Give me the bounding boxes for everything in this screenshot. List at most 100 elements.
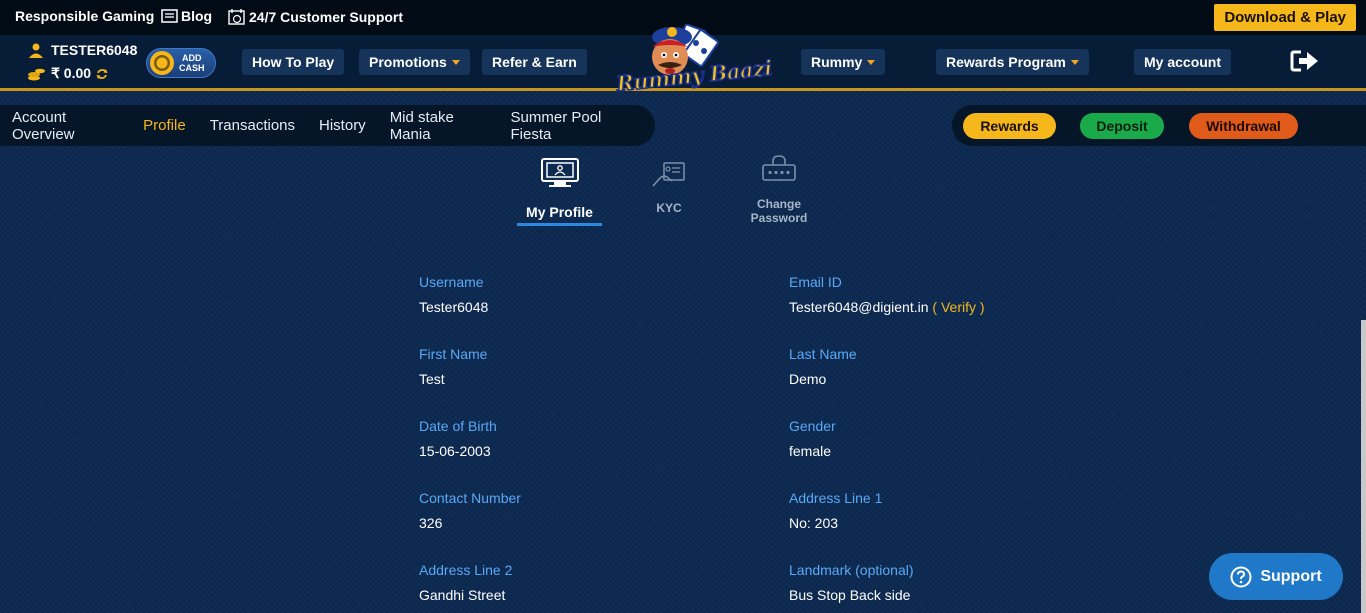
user-icon xyxy=(29,43,43,58)
logout-button[interactable] xyxy=(1290,49,1320,78)
subnav-account-overview[interactable]: Account Overview xyxy=(12,109,119,143)
download-play-button[interactable]: Download & Play xyxy=(1214,4,1356,31)
rewards-program-label: Rewards Program xyxy=(946,54,1066,70)
how-to-play-label: How To Play xyxy=(252,54,335,70)
address1-field: Address Line 1 No: 203 xyxy=(789,490,882,531)
address2-label: Address Line 2 xyxy=(419,562,513,578)
blog-label: Blog xyxy=(181,8,213,24)
tab-change-password-label: Change Password xyxy=(745,197,813,225)
add-cash-button[interactable]: ADD CASH xyxy=(146,48,216,78)
tab-kyc-label: KYC xyxy=(656,201,682,215)
deposit-button[interactable]: Deposit xyxy=(1080,113,1164,139)
landmark-value: Bus Stop Back side xyxy=(789,587,911,603)
caret-down-icon xyxy=(451,59,460,65)
rewards-program-dropdown[interactable]: Rewards Program xyxy=(936,49,1089,75)
refer-earn-label: Refer & Earn xyxy=(492,54,577,70)
subnav-history[interactable]: History xyxy=(319,117,366,134)
email-value: Tester6048@digient.in xyxy=(789,299,929,315)
tab-my-profile[interactable]: My Profile xyxy=(517,157,602,226)
contact-value: 326 xyxy=(419,515,443,531)
subnav-summer-pool-fiesta[interactable]: Summer Pool Fiesta xyxy=(511,109,631,143)
gender-label: Gender xyxy=(789,418,836,434)
caret-down-icon xyxy=(1070,59,1079,65)
customer-support-link[interactable]: 24/7 Customer Support xyxy=(228,8,403,25)
rewards-button[interactable]: Rewards xyxy=(963,113,1056,139)
tab-change-password-line1: Change xyxy=(756,197,801,211)
withdrawal-button[interactable]: Withdrawal xyxy=(1189,113,1298,139)
withdrawal-label: Withdrawal xyxy=(1206,118,1281,134)
contact-label: Contact Number xyxy=(419,490,521,506)
email-value-row: Tester6048@digient.in ( Verify ) xyxy=(789,299,985,315)
refer-earn-button[interactable]: Refer & Earn xyxy=(482,49,587,75)
support-button[interactable]: Support xyxy=(1209,553,1343,600)
address1-label: Address Line 1 xyxy=(789,490,883,506)
rummy-baazi-logo[interactable]: Rummy Baazi xyxy=(612,15,774,105)
email-label: Email ID xyxy=(789,274,842,290)
tab-my-profile-label: My Profile xyxy=(526,204,593,220)
dob-field: Date of Birth 15-06-2003 xyxy=(419,418,497,459)
last-name-field: Last Name Demo xyxy=(789,346,857,387)
caret-down-icon xyxy=(867,59,876,65)
username-label: Username xyxy=(419,274,484,290)
last-name-value: Demo xyxy=(789,371,827,387)
monitor-user-icon xyxy=(540,158,579,187)
page-scrollbar[interactable] xyxy=(1361,320,1366,613)
subnav-profile[interactable]: Profile xyxy=(143,117,186,134)
blog-icon xyxy=(161,8,178,23)
active-tab-underline xyxy=(517,223,602,226)
address2-value: Gandhi Street xyxy=(419,587,506,603)
blog-link[interactable]: Blog xyxy=(161,8,212,24)
first-name-value: Test xyxy=(419,371,445,387)
main-nav: TESTER6048 ₹ 0.00 ADD CASH How To Play P… xyxy=(0,23,1366,97)
my-account-button[interactable]: My account xyxy=(1134,49,1232,75)
tab-kyc[interactable]: KYC xyxy=(645,160,693,215)
rummy-dropdown[interactable]: Rummy xyxy=(801,49,886,75)
first-name-field: First Name Test xyxy=(419,346,487,387)
username-value: Tester6048 xyxy=(419,299,489,315)
balance-display: ₹ 0.00 xyxy=(51,65,92,81)
dob-label: Date of Birth xyxy=(419,418,497,434)
username-field: Username Tester6048 xyxy=(419,274,488,315)
chip-icon xyxy=(150,51,174,75)
promotions-dropdown[interactable]: Promotions xyxy=(359,49,470,75)
action-bar: Rewards Deposit Withdrawal xyxy=(952,105,1366,146)
how-to-play-button[interactable]: How To Play xyxy=(242,49,345,75)
user-info: TESTER6048 xyxy=(28,42,137,58)
verify-email-link[interactable]: ( Verify ) xyxy=(932,299,984,315)
promotions-label: Promotions xyxy=(369,54,447,70)
gender-value: female xyxy=(789,443,832,459)
kyc-card-icon xyxy=(652,162,685,187)
landmark-field: Landmark (optional) Bus Stop Back side xyxy=(789,562,914,603)
download-play-label: Download & Play xyxy=(1224,9,1346,26)
subnav-transactions[interactable]: Transactions xyxy=(210,117,295,134)
calendar-clock-icon xyxy=(228,9,245,25)
account-subnav: Account Overview Profile Transactions Hi… xyxy=(0,105,655,146)
email-field: Email ID Tester6048@digient.in ( Verify … xyxy=(789,274,985,315)
responsible-gaming-link[interactable]: Responsible Gaming xyxy=(15,8,154,24)
add-cash-line1: ADD xyxy=(182,53,202,63)
subnav-mid-stake-mania[interactable]: Mid stake Mania xyxy=(390,109,487,143)
dob-value: 15-06-2003 xyxy=(419,443,491,459)
add-cash-line2: CASH xyxy=(179,63,205,73)
tab-change-password-line2: Password xyxy=(750,211,808,225)
help-icon xyxy=(1230,566,1252,587)
customer-support-label: 24/7 Customer Support xyxy=(249,8,404,25)
password-lock-icon xyxy=(762,155,796,181)
support-label: Support xyxy=(1260,567,1322,585)
tab-change-password[interactable]: Change Password xyxy=(745,154,813,225)
gender-field: Gender female xyxy=(789,418,836,459)
username-display: TESTER6048 xyxy=(51,42,138,58)
refresh-icon[interactable] xyxy=(96,68,108,80)
coins-icon xyxy=(28,68,45,80)
my-account-label: My account xyxy=(1144,54,1222,70)
add-cash-label: ADD CASH xyxy=(179,53,205,73)
address2-field: Address Line 2 Gandhi Street xyxy=(419,562,512,603)
logout-icon xyxy=(1290,50,1318,72)
contact-field: Contact Number 326 xyxy=(419,490,521,531)
deposit-label: Deposit xyxy=(1096,118,1148,134)
responsible-gaming-label: Responsible Gaming xyxy=(15,8,155,24)
balance-info: ₹ 0.00 xyxy=(27,65,108,82)
first-name-label: First Name xyxy=(419,346,488,362)
landmark-label: Landmark (optional) xyxy=(789,562,914,578)
rewards-label: Rewards xyxy=(980,118,1039,134)
